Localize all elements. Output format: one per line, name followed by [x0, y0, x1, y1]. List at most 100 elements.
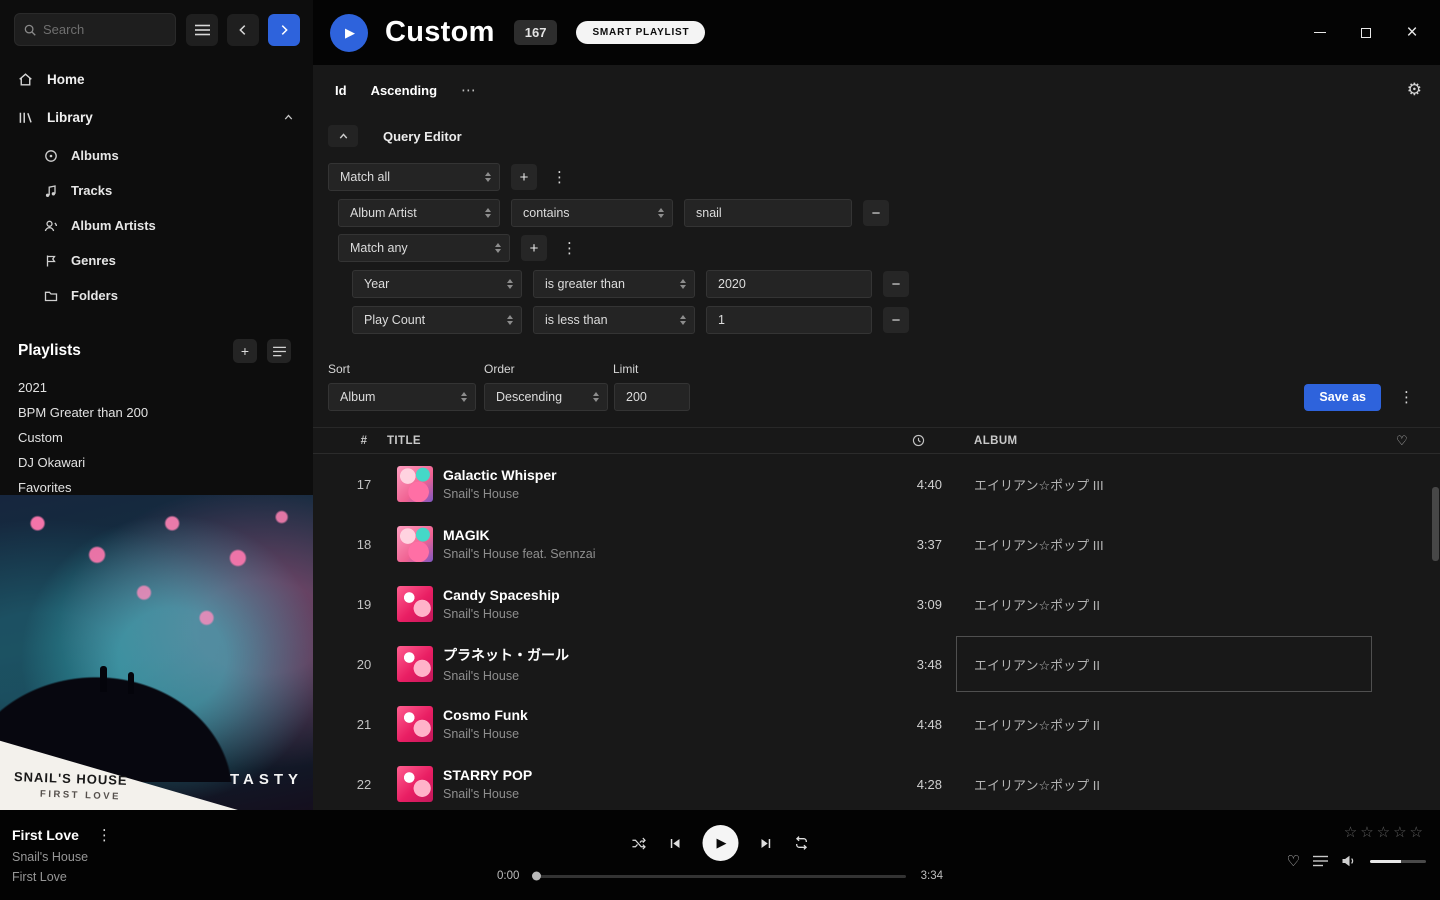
search-input[interactable] — [43, 22, 167, 37]
sidebar-item-folders[interactable]: Folders — [0, 278, 313, 313]
settings-gear-icon[interactable]: ⚙ — [1407, 80, 1422, 100]
add-playlist-button[interactable]: + — [233, 339, 257, 363]
sort-toolbar: Id Ascending ⋯ ⚙ — [335, 79, 1422, 101]
next-track-button[interactable] — [759, 836, 774, 851]
volume-slider[interactable] — [1370, 860, 1426, 863]
rule-operator-select[interactable]: is greater than — [533, 270, 695, 298]
repeat-button[interactable] — [794, 835, 810, 851]
sidebar-item-label: Home — [47, 72, 85, 87]
rule-field-select[interactable]: Album Artist — [338, 199, 500, 227]
table-row[interactable]: 19 Candy Spaceship Snail's House 3:09 エイ… — [313, 574, 1440, 634]
select-arrows-icon — [680, 315, 686, 325]
queue-icon[interactable] — [1313, 855, 1328, 867]
previous-track-button[interactable] — [668, 836, 683, 851]
rating-stars[interactable]: ☆☆☆☆☆ — [1344, 823, 1426, 841]
play-pause-button[interactable]: ▶ — [703, 825, 739, 861]
now-playing-menu-icon[interactable]: ⋮ — [93, 826, 116, 844]
remove-rule-button[interactable]: − — [883, 307, 909, 333]
sidebar-item-tracks[interactable]: Tracks — [0, 173, 313, 208]
table-row[interactable]: 18 MAGIK Snail's House feat. Sennzai 3:3… — [313, 514, 1440, 574]
rule-value-input[interactable] — [684, 199, 852, 227]
track-artist: Snail's House — [443, 487, 871, 501]
track-album: エイリアン☆ポップ III — [956, 454, 1376, 514]
rule-field-select[interactable]: Year — [352, 270, 522, 298]
track-duration: 4:40 — [881, 477, 956, 492]
shuffle-button[interactable] — [631, 836, 648, 851]
column-duration[interactable] — [881, 433, 956, 448]
maximize-button[interactable] — [1350, 17, 1382, 49]
save-menu-icon[interactable]: ⋮ — [1395, 388, 1418, 406]
column-album[interactable]: ALBUM — [956, 435, 1376, 447]
rule-value-input[interactable] — [706, 306, 872, 334]
forward-button[interactable] — [268, 14, 300, 46]
track-artist: Snail's House — [443, 669, 871, 683]
playlist-list: 2021 BPM Greater than 200 Custom DJ Okaw… — [0, 375, 313, 500]
play-playlist-button[interactable]: ▶ — [330, 14, 368, 52]
rule-menu-icon[interactable]: ⋮ — [548, 168, 571, 186]
sidebar-item-album-artists[interactable]: Album Artists — [0, 208, 313, 243]
remove-rule-button[interactable]: − — [883, 271, 909, 297]
table-row[interactable]: 20 プラネット・ガール Snail's House 3:48 エイリアン☆ポッ… — [313, 634, 1440, 694]
now-playing-album: First Love — [12, 870, 116, 884]
track-artist: Snail's House — [443, 607, 871, 621]
track-title: プラネット・ガール — [443, 645, 871, 665]
sort-direction-button[interactable]: Ascending — [371, 83, 437, 98]
playlist-item[interactable]: DJ Okawari — [0, 450, 313, 475]
scrollbar[interactable] — [1432, 487, 1439, 561]
volume-icon[interactable] — [1341, 854, 1357, 868]
sidebar-item-library[interactable]: Library — [0, 98, 313, 136]
album-art-thumbnail — [397, 526, 433, 562]
sort-select[interactable]: Album — [328, 383, 476, 411]
favorite-heart-icon[interactable]: ♡ — [1287, 852, 1300, 870]
chevron-up-icon — [282, 111, 295, 124]
limit-input[interactable] — [614, 383, 690, 411]
album-art-thumbnail — [397, 706, 433, 742]
table-row[interactable]: 22 STARRY POP Snail's House 4:28 エイリアン☆ポ… — [313, 754, 1440, 810]
rule-operator-select[interactable]: contains — [511, 199, 673, 227]
rule-menu-icon[interactable]: ⋮ — [558, 239, 581, 257]
playlist-item[interactable]: Custom — [0, 425, 313, 450]
match-all-select[interactable]: Match all — [328, 163, 500, 191]
playlist-item[interactable]: BPM Greater than 200 — [0, 400, 313, 425]
collapse-query-editor-button[interactable] — [328, 125, 358, 147]
more-options-icon[interactable]: ⋯ — [461, 81, 477, 99]
match-any-select[interactable]: Match any — [338, 234, 510, 262]
column-title[interactable]: TITLE — [387, 435, 881, 447]
table-row[interactable]: 21 Cosmo Funk Snail's House 4:48 エイリアン☆ポ… — [313, 694, 1440, 754]
add-rule-button[interactable]: + — [521, 235, 547, 261]
playlist-item[interactable]: 2021 — [0, 375, 313, 400]
rule-field-select[interactable]: Play Count — [352, 306, 522, 334]
track-title: MAGIK — [443, 527, 871, 543]
column-favorite[interactable]: ♡ — [1376, 433, 1428, 449]
column-index[interactable]: # — [341, 435, 387, 447]
sort-label: Sort — [328, 362, 350, 376]
track-duration: 3:09 — [881, 597, 956, 612]
back-button[interactable] — [227, 14, 259, 46]
sidebar-nav: Home Library Albums — [0, 60, 313, 313]
save-as-button[interactable]: Save as — [1304, 384, 1381, 411]
search-box[interactable] — [14, 13, 176, 46]
playlist-list-options-button[interactable] — [267, 339, 291, 363]
table-row[interactable]: 17 Galactic Whisper Snail's House 4:40 エ… — [313, 454, 1440, 514]
remove-rule-button[interactable]: − — [863, 200, 889, 226]
track-album-selected[interactable]: エイリアン☆ポップ II — [956, 636, 1372, 692]
track-album: エイリアン☆ポップ II — [956, 694, 1376, 754]
rule-operator-select[interactable]: is less than — [533, 306, 695, 334]
sidebar-item-home[interactable]: Home — [0, 60, 313, 98]
music-note-icon — [43, 183, 59, 199]
sidebar-item-genres[interactable]: Genres — [0, 243, 313, 278]
seek-knob[interactable] — [532, 872, 541, 881]
close-button[interactable]: × — [1396, 17, 1428, 49]
menu-button[interactable] — [186, 14, 218, 46]
add-rule-button[interactable]: + — [511, 164, 537, 190]
order-select[interactable]: Descending — [484, 383, 608, 411]
rule-value-input[interactable] — [706, 270, 872, 298]
limit-label: Limit — [613, 362, 638, 376]
sort-field-button[interactable]: Id — [335, 83, 347, 98]
track-table-header: # TITLE ALBUM ♡ — [313, 427, 1440, 454]
minimize-button[interactable] — [1304, 17, 1336, 49]
player-right-controls: ♡ — [1287, 852, 1426, 870]
page-title: Custom — [385, 16, 495, 49]
sidebar-item-albums[interactable]: Albums — [0, 138, 313, 173]
seek-bar[interactable] — [534, 875, 905, 878]
